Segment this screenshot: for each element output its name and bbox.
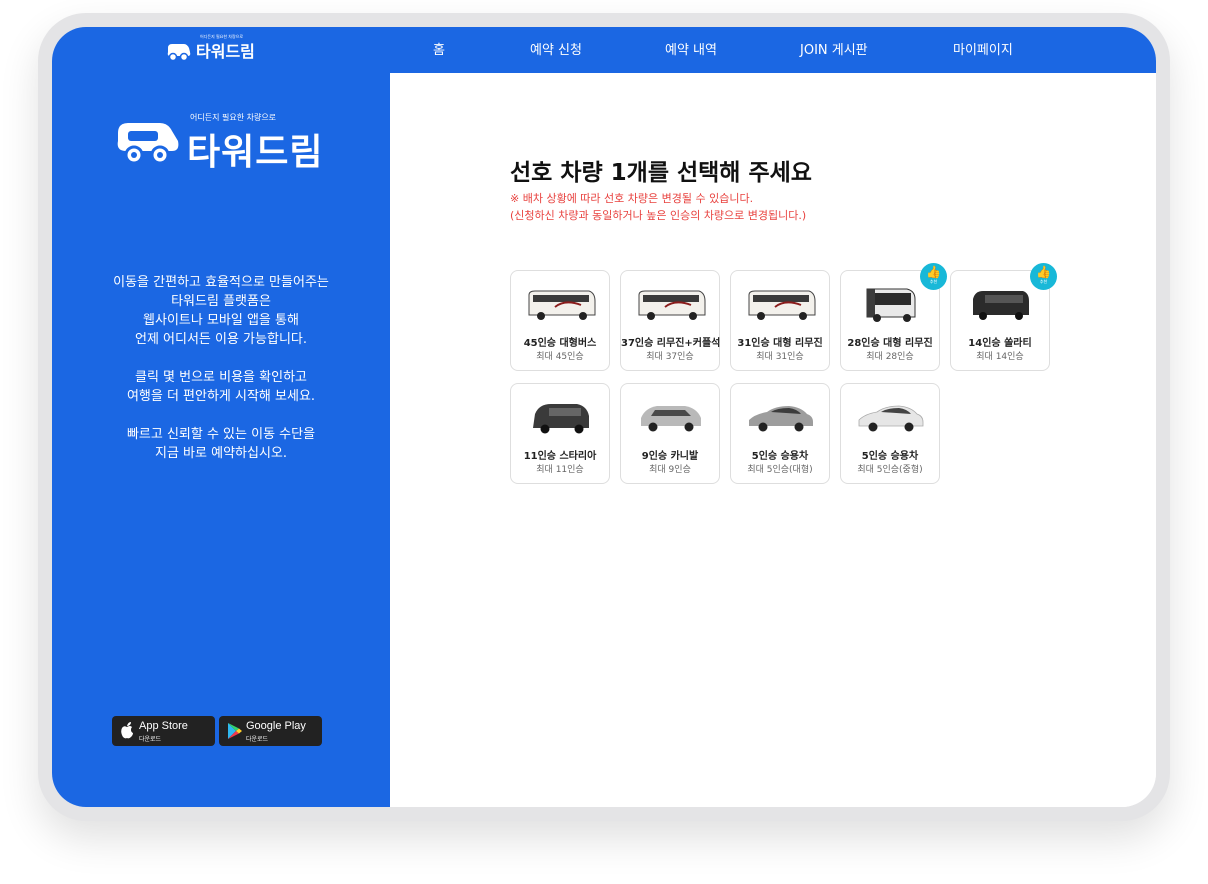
vehicle-card[interactable]: 37인승 리무진+커플석 최대 37인승 xyxy=(620,270,720,371)
coach-icon xyxy=(866,288,916,322)
vehicle-name: 14인승 쏠라티 xyxy=(968,338,1032,349)
vehicle-card[interactable]: 5인승 승용차 최대 5인승(대형) xyxy=(730,383,830,484)
vehicle-capacity: 최대 11인승 xyxy=(536,465,584,475)
vehicle-card[interactable]: 11인승 스타리아 최대 11인승 xyxy=(510,383,610,484)
thumbs-up-icon: 👍 xyxy=(1036,265,1051,279)
google-play-icon xyxy=(228,723,242,739)
intro-paragraph: 클릭 몇 번으로 비용을 확인하고 여행을 더 편안하게 시작해 보세요. xyxy=(126,370,316,404)
recommended-label: 추천 xyxy=(929,279,938,284)
minivan-icon xyxy=(533,404,589,434)
recommended-label: 추천 xyxy=(1039,279,1048,284)
vehicle-card[interactable]: 👍 추천 28인승 대형 리무진 최대 28인승 xyxy=(840,263,947,371)
notice-text: ※ 배차 상황에 따라 선호 차량은 변경될 수 있습니다. (신청하신 차량과… xyxy=(510,190,806,224)
sedan-icon xyxy=(749,406,813,432)
suv-icon xyxy=(641,406,701,432)
vehicle-name: 11인승 스타리아 xyxy=(523,451,597,462)
recommended-badge: 👍 추천 xyxy=(920,263,947,290)
intro-paragraph: 이동을 간편하고 효율적으로 만들어주는 타워드림 플랫폼은 웹사이트나 모바일… xyxy=(113,275,329,347)
vehicle-capacity: 최대 9인승 xyxy=(649,465,691,475)
vehicle-card[interactable]: 9인승 카니발 최대 9인승 xyxy=(620,383,720,484)
vehicle-capacity: 최대 45인승 xyxy=(536,352,584,362)
notice-line: ※ 배차 상황에 따라 선호 차량은 변경될 수 있습니다. xyxy=(510,192,754,205)
google-play-subtitle: 다운로드 xyxy=(246,736,269,743)
app-store-subtitle: 다운로드 xyxy=(139,736,162,743)
nav-mypage[interactable]: 마이페이지 xyxy=(953,39,1013,58)
vehicle-name: 31인승 대형 리무진 xyxy=(737,338,823,349)
recommended-badge: 👍 추천 xyxy=(1030,263,1057,290)
nav-reservation-request[interactable]: 예약 신청 xyxy=(530,39,582,58)
app-store-button[interactable]: App Store 다운로드 xyxy=(112,716,215,746)
apple-icon xyxy=(121,722,133,739)
bus-icon xyxy=(748,290,816,320)
app-store-title: App Store xyxy=(139,720,188,732)
sidebar: 어디든지 필요한 차량으로 타워드림 이동을 간편하고 효율적으로 만들어주는 … xyxy=(52,73,390,807)
vehicle-card[interactable]: 5인승 승용차 최대 5인승(중형) xyxy=(840,383,940,484)
main-content: 선호 차량 1개를 선택해 주세요 ※ 배차 상황에 따라 선호 차량은 변경될… xyxy=(390,73,1156,807)
top-navigation-bar: 어디든지 필요한 차량으로 타워드림 홈 예약 신청 예약 내역 JOIN 게시… xyxy=(52,27,1156,73)
vehicle-card[interactable]: 👍 추천 14인승 쏠라티 최대 14인승 xyxy=(950,263,1057,371)
vehicle-card[interactable]: 45인승 대형버스 최대 45인승 xyxy=(510,270,610,371)
thumbs-up-icon: 👍 xyxy=(926,265,941,279)
header-logo-text: 타워드림 xyxy=(196,42,255,61)
notice-line: (신청하신 차량과 동일하거나 높은 인승의 차량으로 변경됩니다.) xyxy=(510,209,807,222)
car-logo-icon xyxy=(117,123,179,165)
car-logo-icon xyxy=(167,44,191,62)
vehicle-capacity: 최대 31인승 xyxy=(756,352,804,362)
vehicle-name: 9인승 카니발 xyxy=(641,451,699,462)
header-logo[interactable]: 어디든지 필요한 차량으로 타워드림 xyxy=(166,34,255,62)
vehicle-name: 28인승 대형 리무진 xyxy=(847,338,933,349)
nav-reservation-history[interactable]: 예약 내역 xyxy=(665,39,717,58)
page-title: 선호 차량 1개를 선택해 주세요 xyxy=(510,160,812,186)
vehicle-name: 37인승 리무진+커플석 xyxy=(621,338,721,349)
nav-home[interactable]: 홈 xyxy=(433,39,445,58)
nav-join-board[interactable]: JOIN 게시판 xyxy=(800,39,868,58)
google-play-button[interactable]: Google Play 다운로드 xyxy=(219,716,322,746)
intro-paragraph: 빠르고 신뢰할 수 있는 이동 수단을 지금 바로 예약하십시오. xyxy=(126,427,316,461)
sidebar-logo-text: 타워드림 xyxy=(187,132,324,173)
sidebar-logo-tagline: 어디든지 필요한 차량으로 xyxy=(190,113,277,122)
vehicle-capacity: 최대 5인승(대형) xyxy=(747,465,813,475)
bus-icon xyxy=(638,290,706,320)
google-play-title: Google Play xyxy=(246,720,306,732)
vehicle-card[interactable]: 31인승 대형 리무진 최대 31인승 xyxy=(730,270,830,371)
header-logo-tagline: 어디든지 필요한 차량으로 xyxy=(200,34,244,39)
vehicle-capacity: 최대 14인승 xyxy=(976,352,1024,362)
sedan-icon xyxy=(858,405,924,432)
vehicle-capacity: 최대 37인승 xyxy=(646,352,694,362)
intro-text: 이동을 간편하고 효율적으로 만들어주는 타워드림 플랫폼은 웹사이트나 모바일… xyxy=(52,273,390,482)
sidebar-logo: 어디든지 필요한 차량으로 타워드림 xyxy=(114,111,324,173)
bus-icon xyxy=(528,290,596,320)
van-icon xyxy=(973,291,1029,320)
vehicle-name: 5인승 승용차 xyxy=(751,451,809,462)
device-screen: 어디든지 필요한 차량으로 타워드림 홈 예약 신청 예약 내역 JOIN 게시… xyxy=(52,27,1156,807)
vehicle-name: 5인승 승용차 xyxy=(861,451,919,462)
vehicle-capacity: 최대 5인승(중형) xyxy=(857,465,923,475)
vehicle-name: 45인승 대형버스 xyxy=(523,338,597,349)
vehicle-capacity: 최대 28인승 xyxy=(866,352,914,362)
